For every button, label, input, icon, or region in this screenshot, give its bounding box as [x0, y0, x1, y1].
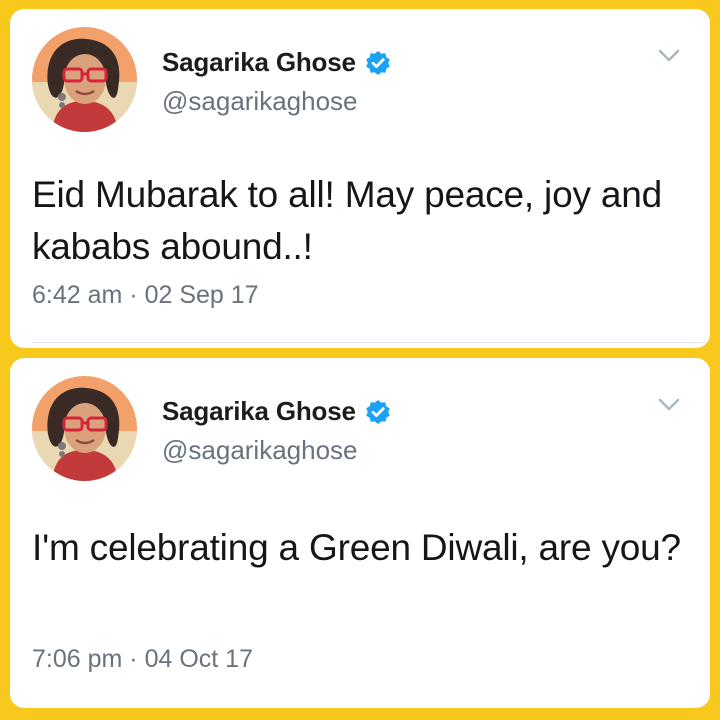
tweet-date: 04 Oct 17: [144, 645, 253, 673]
tweet-text: I'm celebrating a Green Diwali, are you?: [32, 527, 681, 568]
tweet-card[interactable]: Sagarika Ghose @sagarikaghose Eid Mubara…: [10, 9, 710, 348]
user-name-row[interactable]: Sagarika Ghose: [162, 396, 391, 427]
tweet-time: 6:42 am: [32, 281, 123, 309]
meta-separator: ·: [129, 281, 138, 309]
meta-separator: ·: [129, 645, 138, 673]
tweet-time: 7:06 pm: [32, 645, 123, 673]
chevron-down-icon[interactable]: [658, 49, 680, 63]
user-name[interactable]: Sagarika Ghose: [162, 47, 356, 78]
verified-badge-icon: [365, 50, 391, 76]
chevron-down-icon[interactable]: [658, 398, 680, 412]
avatar[interactable]: [32, 376, 137, 481]
avatar[interactable]: [32, 27, 137, 132]
tweet-text: Eid Mubarak to all! May peace, joy and k…: [32, 174, 662, 267]
tweet-timestamp[interactable]: 7:06 pm · 04 Oct 17: [32, 645, 253, 674]
user-handle[interactable]: @sagarikaghose: [162, 435, 358, 466]
divider: [32, 342, 710, 343]
tweet-timestamp[interactable]: 6:42 am · 02 Sep 17: [32, 281, 259, 310]
tweet-date: 02 Sep 17: [144, 281, 259, 309]
verified-badge-icon: [365, 399, 391, 425]
user-handle[interactable]: @sagarikaghose: [162, 86, 358, 117]
tweet-card[interactable]: Sagarika Ghose @sagarikaghose I'm celebr…: [10, 358, 710, 708]
user-name[interactable]: Sagarika Ghose: [162, 396, 356, 427]
user-name-row[interactable]: Sagarika Ghose: [162, 47, 391, 78]
tweet-collage: { "tweets": [ { "author": { "name": "Sag…: [0, 0, 720, 720]
